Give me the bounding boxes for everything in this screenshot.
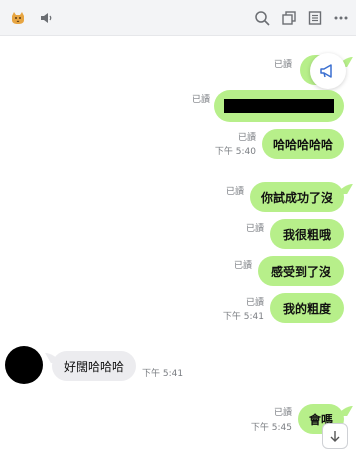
scroll-to-bottom-button[interactable] <box>322 423 348 449</box>
more-icon[interactable] <box>331 8 351 28</box>
message-bubble-out[interactable]: 我的粗度 <box>270 293 344 323</box>
avatar[interactable] <box>5 346 43 384</box>
dog-avatar-icon[interactable] <box>8 8 28 28</box>
read-receipt: 已讀 <box>233 261 252 271</box>
chat-area[interactable]: 已讀 已讀 已讀 下午 5:40 哈哈哈哈哈 已讀 你試成功了沒 已讀 我很粗哦… <box>0 37 356 451</box>
message-bubble-out[interactable]: 我很粗哦 <box>270 219 344 249</box>
message-time: 下午 5:41 <box>142 369 184 379</box>
read-receipt: 已讀 <box>273 60 292 70</box>
notes-icon[interactable] <box>305 8 325 28</box>
speaker-icon[interactable] <box>36 8 56 28</box>
message-time: 下午 5:45 <box>250 423 292 433</box>
message-time: 下午 5:40 <box>214 147 256 157</box>
read-receipt: 已讀 <box>245 224 264 234</box>
announcement-button[interactable] <box>310 53 346 89</box>
read-receipt: 已讀 <box>225 187 244 197</box>
message-bubble-out[interactable]: 感受到了沒 <box>258 256 344 286</box>
redacted-content <box>224 99 334 113</box>
message-bubble-out[interactable]: 哈哈哈哈哈 <box>262 129 344 159</box>
message-bubble-out[interactable] <box>214 90 344 122</box>
megaphone-icon <box>320 64 332 78</box>
message-bubble-in[interactable]: 好闊哈哈哈 <box>52 351 136 381</box>
read-receipt: 已讀 <box>191 95 210 105</box>
chat-header <box>0 0 356 36</box>
search-icon[interactable] <box>252 8 272 28</box>
message-bubble-out[interactable]: 你試成功了沒 <box>250 182 344 212</box>
read-receipt: 已讀 <box>237 133 256 143</box>
message-time: 下午 5:41 <box>222 312 264 322</box>
copy-icon[interactable] <box>279 8 299 28</box>
arrow-down-icon <box>330 431 340 442</box>
read-receipt: 已讀 <box>245 298 264 308</box>
read-receipt: 已讀 <box>273 408 292 418</box>
